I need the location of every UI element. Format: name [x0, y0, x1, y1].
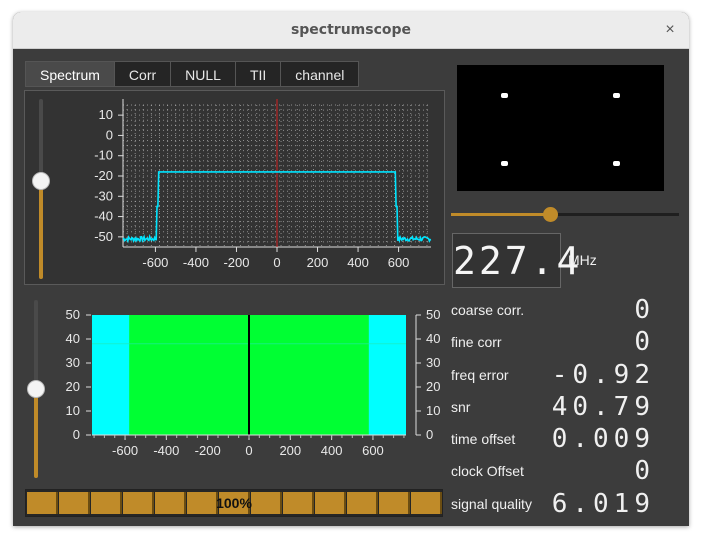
x-tick-label: 0 — [273, 255, 280, 270]
clock-offset-value: 0 — [634, 456, 655, 486]
coarse-corr-value: 0 — [634, 295, 655, 325]
spectrum-plot: 10 0 -10 -20 -30 -40 -50 -600 -400 -200 0 200 400 600 — [94, 99, 432, 270]
constellation-display — [457, 65, 664, 191]
y-tick-label: 30 — [66, 355, 80, 370]
fine-corr-label: fine corr — [451, 334, 502, 350]
x-tick-label: -600 — [142, 255, 168, 270]
frequency-display: 227.4 — [452, 233, 583, 288]
y-tick-label: 0 — [426, 427, 433, 442]
x-tick-label: -200 — [195, 443, 221, 458]
slider-fill — [451, 213, 550, 216]
x-tick-label: 600 — [388, 255, 410, 270]
x-tick-label: -600 — [112, 443, 138, 458]
constellation-scale-slider[interactable] — [451, 207, 679, 222]
spectrumscope-window: spectrumscope × Spectrum Corr NULL TII c… — [13, 12, 689, 526]
title-bar[interactable]: spectrumscope × — [13, 12, 689, 49]
y-tick-label: -40 — [94, 209, 113, 224]
slider-handle[interactable] — [542, 207, 558, 222]
x-tick-label: 400 — [321, 443, 343, 458]
y-tick-label: 20 — [66, 379, 80, 394]
freq-error-value: -0.92 — [551, 360, 655, 390]
x-tick-label: 600 — [362, 443, 384, 458]
y-tick-label: 10 — [99, 107, 113, 122]
y-tick-label: -20 — [94, 168, 113, 183]
slider-fill — [39, 180, 43, 279]
y-tick-label: 10 — [66, 403, 80, 418]
fine-corr-value: 0 — [634, 327, 655, 357]
frequency-value: 227.4 — [453, 239, 583, 283]
slider-handle[interactable] — [32, 171, 50, 190]
time-offset-value: 0.009 — [551, 424, 655, 454]
signal-quality-percent: 100% — [216, 495, 252, 511]
spectrum-panel: 10 0 -10 -20 -30 -40 -50 -600 -400 -200 0 200 400 600 — [24, 90, 445, 285]
tab-channel[interactable]: channel — [280, 61, 360, 87]
coarse-corr-label: coarse corr. — [451, 302, 525, 318]
x-tick-label: -400 — [183, 255, 209, 270]
tab-null[interactable]: NULL — [170, 61, 236, 87]
y-tick-label: 0 — [106, 127, 113, 142]
y-tick-label: -10 — [94, 148, 113, 163]
snr-value: 40.79 — [551, 392, 655, 422]
signal-quality-label: signal quality — [451, 496, 532, 512]
tab-tii[interactable]: TII — [234, 61, 282, 87]
frequency-unit: MHz — [568, 252, 597, 268]
tab-corr[interactable]: Corr — [113, 61, 172, 87]
y-tick-label: 40 — [66, 331, 80, 346]
y-tick-label: 20 — [426, 379, 440, 394]
close-button[interactable]: × — [661, 21, 679, 39]
snr-label: snr — [451, 399, 471, 415]
x-tick-label: -200 — [223, 255, 249, 270]
freq-error-label: freq error — [451, 367, 509, 383]
y-tick-label: 10 — [426, 403, 440, 418]
y-tick-label: -30 — [94, 188, 113, 203]
y-tick-label: 50 — [66, 307, 80, 322]
tab-spectrum[interactable]: Spectrum — [25, 61, 115, 87]
x-tick-label: 200 — [307, 255, 329, 270]
scope-tabs: Spectrum Corr NULL TII channel — [25, 61, 360, 87]
time-offset-label: time offset — [451, 431, 516, 447]
x-tick-label: 200 — [279, 443, 301, 458]
window-title: spectrumscope — [290, 22, 412, 38]
constellation-point — [501, 93, 508, 98]
signal-quality-bar: 100% — [25, 489, 443, 517]
x-tick-label: -400 — [153, 443, 179, 458]
constellation-point — [613, 93, 620, 98]
signal-quality-value: 6.019 — [551, 489, 655, 519]
waterfall-plot: 50 40 30 20 10 0 50 40 30 20 10 0 -600 -400 -200 0 200 40… — [66, 307, 441, 458]
y-tick-label: -50 — [94, 229, 113, 244]
y-tick-label: 0 — [73, 427, 80, 442]
y-tick-label: 40 — [426, 331, 440, 346]
x-tick-label: 400 — [347, 255, 369, 270]
constellation-point — [501, 161, 508, 166]
y-tick-label: 30 — [426, 355, 440, 370]
spectrum-amplitude-slider[interactable] — [31, 99, 51, 279]
x-tick-label: 0 — [245, 443, 252, 458]
y-tick-label: 50 — [426, 307, 440, 322]
constellation-point — [613, 161, 620, 166]
clock-offset-label: clock Offset — [451, 463, 524, 479]
